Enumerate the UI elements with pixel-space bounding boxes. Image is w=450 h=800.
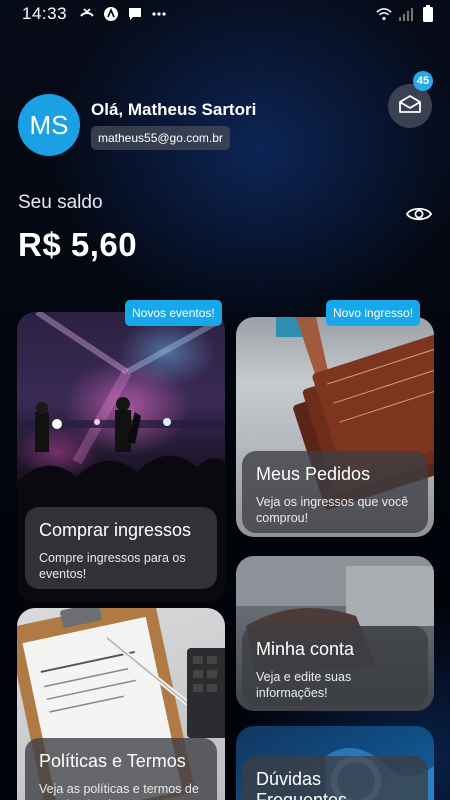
wifi-icon — [376, 6, 392, 22]
app-notification-icon — [103, 6, 119, 22]
policies-card[interactable]: Políticas e Termos Veja as políticas e t… — [17, 608, 225, 800]
my-account-desc: Veja e edite suas informações! — [256, 670, 352, 700]
greeting-text: Olá, Matheus Sartori — [91, 100, 257, 119]
my-orders-card[interactable]: Meus Pedidos Veja os ingressos que você … — [236, 317, 434, 537]
my-orders-panel: Meus Pedidos Veja os ingressos que você … — [242, 451, 428, 533]
my-orders-desc: Veja os ingressos que você comprou! — [256, 495, 409, 525]
buy-tickets-panel: Comprar ingressos Compre ingressos para … — [25, 507, 217, 589]
faq-title: Dúvidas Frequentes — [256, 769, 348, 800]
my-account-card[interactable]: Minha conta Veja e edite suas informaçõe… — [236, 556, 434, 711]
faq-panel: Dúvidas Frequentes — [242, 756, 428, 800]
policies-desc: Veja as políticas e termos de uso da pla… — [39, 782, 199, 800]
more-dots-icon — [151, 6, 167, 22]
user-email: matheus55@go.com.br — [91, 126, 230, 150]
balance-label: Seu saldo — [18, 192, 103, 213]
faq-card[interactable]: Dúvidas Frequentes — [236, 726, 434, 800]
status-bar: 14:33 — [0, 0, 450, 28]
new-ticket-tag: Novo ingresso! — [326, 300, 421, 326]
policies-panel: Políticas e Termos Veja as políticas e t… — [25, 738, 217, 800]
my-orders-title: Meus Pedidos — [256, 464, 371, 484]
avatar-initials: MS — [29, 109, 69, 140]
toggle-balance-visibility-button[interactable] — [405, 204, 433, 228]
missed-call-icon — [79, 6, 95, 22]
eye-icon — [405, 205, 433, 228]
my-account-title: Minha conta — [256, 639, 355, 659]
status-time: 14:33 — [22, 4, 68, 23]
signal-icon — [398, 6, 414, 22]
policies-title: Políticas e Termos — [39, 751, 186, 771]
buy-tickets-card[interactable]: Comprar ingressos Compre ingressos para … — [17, 312, 225, 602]
status-system-icons — [376, 5, 436, 22]
my-account-panel: Minha conta Veja e edite suas informaçõe… — [242, 626, 428, 706]
buy-tickets-desc: Compre ingressos para os eventos! — [39, 551, 186, 581]
buy-tickets-title: Comprar ingressos — [39, 520, 192, 540]
message-icon — [127, 6, 143, 22]
battery-icon — [420, 5, 436, 22]
envelope-icon — [398, 94, 422, 119]
avatar[interactable]: MS — [18, 94, 80, 156]
new-events-tag: Novos eventos! — [125, 300, 222, 326]
status-notification-icons — [79, 6, 167, 22]
balance-value: R$ 5,60 — [18, 226, 138, 263]
notification-badge: 45 — [413, 71, 433, 91]
